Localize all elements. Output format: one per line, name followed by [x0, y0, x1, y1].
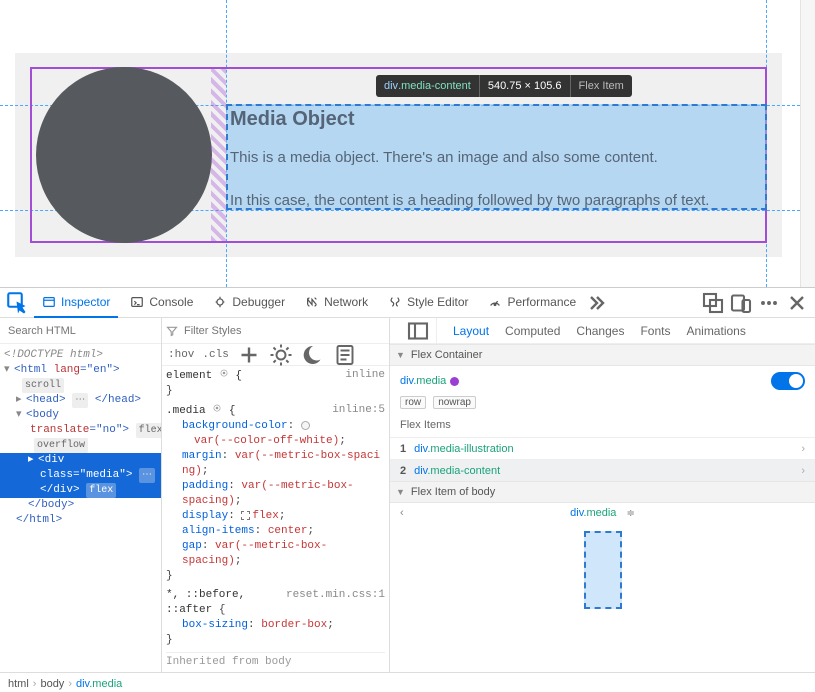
- filter-styles-input[interactable]: [184, 325, 385, 337]
- breadcrumb: html› body› div.media: [0, 672, 815, 692]
- flex-item-nav[interactable]: div.media: [570, 507, 616, 519]
- media-title: Media Object: [230, 108, 354, 131]
- sidebar-toggle-icon[interactable]: [406, 319, 430, 343]
- rule-src-reset[interactable]: reset.min.css:1: [286, 588, 385, 603]
- dom-doctype[interactable]: <!DOCTYPE html>: [0, 348, 161, 363]
- tab-console[interactable]: Console: [122, 288, 201, 318]
- back-icon[interactable]: ‹: [400, 507, 404, 519]
- rules-body[interactable]: inline element { } inline:5 .media { bac…: [162, 366, 389, 672]
- flex-badge[interactable]: flex: [136, 423, 161, 438]
- bc-body[interactable]: body: [40, 678, 64, 690]
- container-sel[interactable]: div.media: [400, 375, 446, 387]
- tooltip-tag: div: [384, 80, 398, 92]
- dom-search-row: [0, 318, 161, 344]
- dom-panel: <!DOCTYPE html> ▾<html lang="en"> scroll…: [0, 318, 162, 672]
- chevron-right-icon: ›: [801, 443, 805, 455]
- scroll-badge[interactable]: scroll: [22, 378, 64, 393]
- layout-panel: Layout Computed Changes Fonts Animations…: [390, 318, 815, 672]
- light-scheme-icon[interactable]: [269, 343, 293, 367]
- flex-swatch[interactable]: [241, 511, 250, 520]
- bc-current[interactable]: div.media: [76, 678, 122, 690]
- bc-html[interactable]: html: [8, 678, 29, 690]
- acc-flex-item[interactable]: ▼Flex Item of body: [390, 481, 815, 503]
- side-tabs: Layout Computed Changes Fonts Animations: [390, 318, 815, 344]
- page-preview: Media Object This is a media object. The…: [0, 0, 815, 287]
- devtools-toolbar: Inspector Console Debugger Network Style…: [0, 288, 815, 318]
- dom-selected-div[interactable]: ▸<div: [0, 453, 161, 468]
- devtools: Inspector Console Debugger Network Style…: [0, 287, 815, 692]
- hov-toggle[interactable]: :hov: [168, 349, 194, 361]
- close-devtools-icon[interactable]: [785, 291, 809, 315]
- rule-sel-element: element {: [166, 370, 242, 382]
- flex-item-1[interactable]: 1 div.media-illustration ›: [390, 437, 815, 459]
- element-tooltip: div.media-content 540.75 × 105.6 Flex It…: [376, 75, 632, 97]
- dom-html-close[interactable]: </html>: [0, 513, 161, 528]
- flex-gap-hatch: [211, 69, 226, 241]
- tab-perf-label: Performance: [507, 295, 576, 309]
- tab-debugger[interactable]: Debugger: [205, 288, 293, 318]
- overflow-tabs-icon[interactable]: [588, 291, 612, 315]
- kebab-icon[interactable]: [757, 291, 781, 315]
- dom-head[interactable]: ▸<head> ⋯ </head>: [0, 393, 161, 408]
- dark-scheme-icon[interactable]: [301, 343, 325, 367]
- side-tab-fonts[interactable]: Fonts: [640, 324, 670, 338]
- new-rule-icon[interactable]: [237, 343, 261, 367]
- flex-items-heading: Flex Items: [400, 419, 805, 431]
- flex-badge-2[interactable]: flex: [86, 483, 116, 498]
- tab-inspector-label: Inspector: [61, 295, 110, 309]
- print-sim-icon[interactable]: [333, 343, 357, 367]
- side-tab-changes[interactable]: Changes: [576, 324, 624, 338]
- chip-row: row: [400, 396, 426, 409]
- filter-icon: [166, 325, 178, 337]
- dom-tree[interactable]: <!DOCTYPE html> ▾<html lang="en"> scroll…: [0, 344, 161, 672]
- overlay-toggle[interactable]: [771, 372, 805, 390]
- side-tab-animations[interactable]: Animations: [686, 324, 745, 338]
- rule-src-inline5[interactable]: inline:5: [332, 403, 385, 418]
- flex-item-2[interactable]: 2 div.media-content ›: [390, 459, 815, 481]
- overlay-color-swatch[interactable]: [450, 377, 459, 386]
- media-illustration: [36, 67, 212, 243]
- tab-style-editor[interactable]: Style Editor: [380, 288, 476, 318]
- color-swatch[interactable]: [301, 421, 310, 430]
- tab-debugger-label: Debugger: [232, 295, 285, 309]
- overflow-badge[interactable]: overflow: [34, 438, 88, 453]
- tab-network-label: Network: [324, 295, 368, 309]
- dom-html[interactable]: ▾<html lang="en">: [0, 363, 161, 378]
- side-tab-layout[interactable]: Layout: [453, 324, 489, 338]
- iframe-picker-icon[interactable]: [701, 291, 725, 315]
- preview-scrollbar[interactable]: [800, 0, 815, 287]
- rules-panel: :hov .cls inline element { } inline:5 .m…: [162, 318, 390, 672]
- pick-element-icon[interactable]: [6, 291, 30, 315]
- media-p1: This is a media object. There's an image…: [230, 149, 658, 166]
- tab-style-label: Style Editor: [407, 295, 468, 309]
- tab-inspector[interactable]: Inspector: [34, 288, 118, 318]
- tooltip-kind: Flex Item: [570, 75, 632, 97]
- rdm-icon[interactable]: [729, 291, 753, 315]
- tab-network[interactable]: Network: [297, 288, 376, 318]
- cls-toggle[interactable]: .cls: [202, 349, 228, 361]
- chip-nowrap: nowrap: [433, 396, 476, 409]
- side-tab-computed[interactable]: Computed: [505, 324, 560, 338]
- rule-src-inline[interactable]: inline: [345, 368, 385, 383]
- tooltip-dims: 540.75 × 105.6: [479, 75, 570, 97]
- rule-sel-star: *, ::before, ::after: [166, 589, 245, 616]
- rule-sel-media: .media {: [166, 405, 235, 417]
- chevron-right-icon: ›: [801, 465, 805, 477]
- media-p2: In this case, the content is a heading f…: [230, 192, 709, 209]
- tab-console-label: Console: [149, 295, 193, 309]
- tooltip-class: .media-content: [398, 80, 471, 92]
- tab-performance[interactable]: Performance: [480, 288, 584, 318]
- dom-body[interactable]: ▾<body: [0, 408, 161, 423]
- dom-search-input[interactable]: [8, 325, 150, 337]
- dom-body-close[interactable]: </body>: [0, 498, 161, 513]
- acc-flex-container[interactable]: ▼Flex Container: [390, 344, 815, 366]
- flex-item-preview: [390, 523, 815, 611]
- inherited-from: Inherited from body: [166, 652, 385, 670]
